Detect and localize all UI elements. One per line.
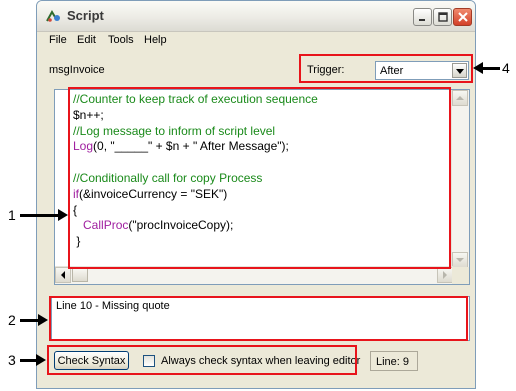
callout-number-1: 1 — [8, 207, 16, 223]
callout-number-2: 2 — [8, 312, 16, 328]
code-line[interactable]: $n++; — [73, 108, 318, 124]
code-line[interactable]: CallProc("procInvoiceCopy); — [73, 218, 318, 234]
code-line[interactable]: //Conditionally call for copy Process — [73, 171, 318, 187]
always-check-syntax-checkbox[interactable] — [143, 355, 155, 367]
menu-bar: File Edit Tools Help — [37, 32, 475, 50]
horizontal-scroll-thumb[interactable] — [72, 268, 88, 282]
code-text-segment: $n++; — [73, 107, 104, 122]
horizontal-scrollbar[interactable] — [55, 266, 453, 284]
minimize-button[interactable] — [413, 8, 432, 26]
scroll-left-button[interactable] — [55, 267, 71, 283]
chevron-down-icon[interactable] — [452, 63, 467, 78]
callout-number-3: 3 — [8, 352, 16, 368]
maximize-button[interactable] — [433, 8, 452, 26]
code-line[interactable]: //Counter to keep track of execution seq… — [73, 92, 318, 108]
code-line[interactable]: //Log message to inform of script level — [73, 124, 318, 140]
code-line[interactable]: { — [73, 203, 318, 219]
syntax-message-box: Line 10 - Missing quote — [51, 296, 470, 341]
vertical-scrollbar[interactable] — [451, 90, 469, 268]
code-text-segment: { — [73, 202, 78, 217]
scrollbar-corner — [452, 267, 469, 284]
code-line[interactable] — [73, 155, 318, 171]
code-text-segment — [73, 218, 83, 232]
code-comment: //Counter to keep track of execution seq… — [73, 92, 318, 106]
code-keyword: Log — [73, 139, 94, 154]
minimize-icon — [419, 18, 425, 21]
menu-edit[interactable]: Edit — [77, 34, 96, 46]
title-bar[interactable]: Script — [37, 1, 475, 32]
maximize-icon — [437, 12, 448, 22]
arrow-right-icon — [38, 314, 48, 326]
code-text-segment: ("procInvoiceCopy); — [128, 218, 234, 233]
menu-help[interactable]: Help — [144, 34, 167, 46]
scroll-right-button[interactable] — [437, 267, 453, 283]
always-check-syntax-label[interactable]: Always check syntax when leaving editor — [161, 355, 360, 367]
arrow-right-icon — [36, 354, 46, 366]
script-app-icon — [45, 9, 63, 26]
close-button[interactable] — [453, 8, 472, 26]
code-text-segment: (0, "_____" + $n + " After Message"); — [93, 139, 289, 154]
menu-tools[interactable]: Tools — [108, 34, 134, 46]
callout-number-4: 4 — [502, 60, 510, 76]
code-text-segment: } — [73, 234, 81, 249]
check-syntax-button[interactable]: Check Syntax — [54, 351, 129, 370]
arrow-down-icon — [456, 258, 464, 262]
code-keyword: CallProc — [83, 218, 129, 233]
code-line[interactable]: } — [73, 234, 318, 250]
close-icon — [457, 12, 468, 22]
code-line[interactable]: Log(0, "_____" + $n + " After Message"); — [73, 139, 318, 155]
arrow-right-icon — [58, 209, 68, 221]
trigger-select[interactable]: After — [375, 61, 469, 80]
script-name-label: msgInvoice — [49, 64, 105, 76]
window-title: Script — [67, 8, 104, 23]
line-indicator: Line: 9 — [370, 351, 418, 371]
script-window: Script File Edit Tools Help msgInvoice T… — [36, 0, 476, 389]
code-text-segment: (&invoiceCurrency = "SEK") — [79, 186, 228, 201]
trigger-label: Trigger: — [307, 64, 345, 76]
arrow-right-icon — [443, 271, 447, 279]
callout-arrow-2 — [20, 319, 40, 322]
arrow-left-icon — [61, 271, 65, 279]
scroll-down-button[interactable] — [452, 252, 468, 268]
menu-file[interactable]: File — [49, 34, 67, 46]
scroll-up-button[interactable] — [452, 90, 468, 106]
code-editor[interactable]: //Counter to keep track of execution seq… — [54, 89, 470, 285]
code-text[interactable]: //Counter to keep track of execution seq… — [73, 92, 318, 250]
arrow-up-icon — [456, 96, 464, 100]
syntax-error-message: Line 10 - Missing quote — [56, 300, 170, 312]
callout-arrow-4 — [482, 67, 500, 70]
code-line[interactable]: if(&invoiceCurrency = "SEK") — [73, 187, 318, 203]
callout-arrow-1 — [20, 214, 60, 217]
trigger-value: After — [380, 65, 404, 77]
code-comment: //Conditionally call for copy Process — [73, 170, 263, 185]
line-indicator-text: Line: 9 — [376, 356, 410, 368]
code-comment: //Log message to inform of script level — [73, 123, 276, 138]
